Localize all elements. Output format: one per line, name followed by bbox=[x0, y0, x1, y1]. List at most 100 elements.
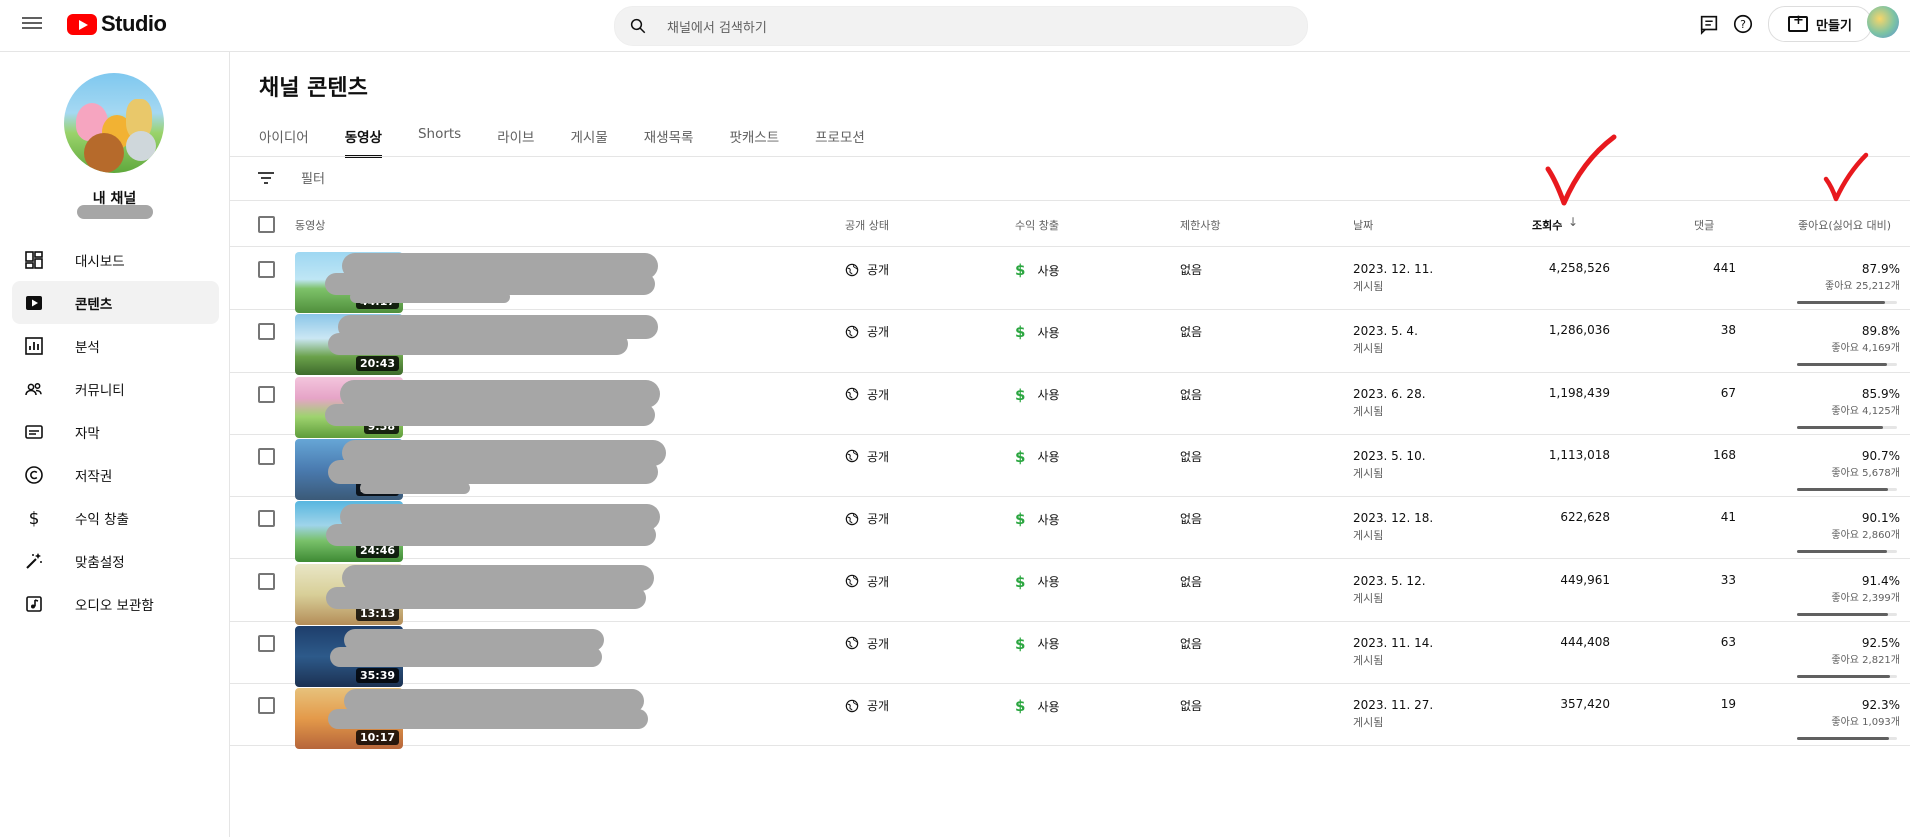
like-percentage: 92.3% bbox=[1861, 698, 1900, 713]
video-duration: 20:43 bbox=[355, 356, 399, 372]
table-row[interactable]: 44:17 공개 $ 사용 없음 2023. 12. 11. 게시됨 4,258… bbox=[230, 247, 1910, 313]
filter-bar[interactable]: 필터 bbox=[257, 168, 325, 187]
filter-input[interactable]: 필터 bbox=[301, 168, 325, 187]
subtitles-icon bbox=[22, 420, 46, 444]
visibility-cell[interactable]: 공개 bbox=[845, 573, 889, 590]
tab-posts[interactable]: 게시물 bbox=[570, 126, 607, 158]
monetization-cell[interactable]: $ 사용 bbox=[1015, 573, 1060, 591]
tab-podcasts[interactable]: 팟캐스트 bbox=[729, 126, 779, 158]
search-bar[interactable]: 채널에서 검색하기 bbox=[614, 6, 1308, 46]
row-checkbox[interactable] bbox=[258, 510, 275, 528]
table-row[interactable]: 10:17 공개 $ 사용 없음 2023. 11. 27. 게시됨 357,4… bbox=[230, 683, 1910, 750]
monetization-cell[interactable]: $ 사용 bbox=[1015, 386, 1060, 404]
tab-ideas[interactable]: 아이디어 bbox=[259, 126, 309, 158]
comments-cell[interactable]: 168 bbox=[1650, 448, 1736, 462]
table-row[interactable]: 24:46 공개 $ 사용 없음 2023. 12. 18. 게시됨 622,6… bbox=[230, 496, 1910, 563]
sidebar-item-label: 맞춤설정 bbox=[75, 554, 125, 571]
feedback-icon[interactable] bbox=[1698, 13, 1720, 35]
visibility-cell[interactable]: 공개 bbox=[845, 635, 889, 652]
top-bar: Studio 채널에서 검색하기 ? 만들기 bbox=[0, 0, 1910, 52]
table-header: 동영상 공개 상태 수익 창출 제한사항 날짜 조회수 ↓ 댓글 좋아요(싫어요… bbox=[230, 201, 1910, 247]
sidebar-item-customization[interactable]: 맞춤설정 bbox=[12, 539, 219, 582]
search-placeholder[interactable]: 채널에서 검색하기 bbox=[667, 17, 767, 36]
visibility-label: 공개 bbox=[867, 325, 890, 340]
restrictions-cell: 없음 bbox=[1180, 699, 1203, 714]
monetization-cell[interactable]: $ 사용 bbox=[1015, 448, 1060, 466]
account-avatar[interactable] bbox=[1867, 6, 1899, 38]
visibility-cell[interactable]: 공개 bbox=[845, 697, 889, 714]
row-checkbox[interactable] bbox=[258, 634, 275, 652]
dollar-icon: $ bbox=[1015, 697, 1026, 716]
visibility-cell[interactable]: 공개 bbox=[845, 448, 889, 465]
table-row[interactable]: 13:13 공개 $ 사용 없음 2023. 5. 12. 게시됨 449,96… bbox=[230, 559, 1910, 625]
visibility-cell[interactable]: 공개 bbox=[845, 323, 889, 340]
publish-status: 게시됨 bbox=[1353, 466, 1384, 480]
filter-icon[interactable] bbox=[257, 171, 275, 185]
create-button[interactable]: 만들기 bbox=[1768, 6, 1872, 42]
row-checkbox[interactable] bbox=[258, 261, 275, 278]
row-checkbox[interactable] bbox=[258, 385, 275, 403]
monetization-label: 사용 bbox=[1037, 450, 1060, 465]
sidebar-item-analytics[interactable]: 분석 bbox=[12, 324, 219, 367]
tab-promotions[interactable]: 프로모션 bbox=[815, 126, 865, 158]
tab-live[interactable]: 라이브 bbox=[497, 126, 534, 158]
sidebar-item-monetization[interactable]: $ 수익 창출 bbox=[12, 496, 219, 539]
header-monetization[interactable]: 수익 창출 bbox=[1015, 217, 1059, 233]
header-date[interactable]: 날짜 bbox=[1353, 217, 1373, 233]
dashboard-icon bbox=[22, 248, 46, 272]
sidebar-item-community[interactable]: 커뮤니티 bbox=[12, 367, 219, 410]
like-ratio-fill bbox=[1797, 737, 1889, 741]
publish-date: 2023. 12. 11. bbox=[1353, 262, 1434, 276]
row-checkbox[interactable] bbox=[258, 323, 275, 341]
tab-playlists[interactable]: 재생목록 bbox=[644, 126, 694, 158]
comments-cell[interactable]: 38 bbox=[1650, 323, 1736, 337]
row-checkbox[interactable] bbox=[258, 572, 275, 590]
comments-cell[interactable]: 41 bbox=[1650, 510, 1736, 524]
create-video-icon bbox=[1788, 13, 1809, 32]
comments-cell[interactable]: 33 bbox=[1650, 573, 1736, 587]
visibility-cell[interactable]: 공개 bbox=[845, 261, 889, 278]
table-row[interactable]: 27:10 공개 $ 사용 없음 2023. 5. 10. 게시됨 1,113,… bbox=[230, 434, 1910, 500]
sort-down-arrow-icon[interactable]: ↓ bbox=[1568, 215, 1578, 229]
monetization-label: 사용 bbox=[1037, 699, 1060, 714]
tab-shorts[interactable]: Shorts bbox=[418, 126, 461, 158]
monetization-cell[interactable]: $ 사용 bbox=[1015, 323, 1060, 341]
sidebar-item-dashboard[interactable]: 대시보드 bbox=[12, 238, 219, 281]
header-likes[interactable]: 좋아요(싫어요 대비) bbox=[1798, 217, 1891, 233]
sidebar-item-content[interactable]: 콘텐츠 bbox=[12, 281, 219, 324]
header-comments[interactable]: 댓글 bbox=[1694, 217, 1714, 233]
studio-logo[interactable]: Studio bbox=[67, 11, 167, 37]
comments-cell[interactable]: 19 bbox=[1650, 697, 1736, 711]
visibility-cell[interactable]: 공개 bbox=[845, 510, 889, 527]
monetization-cell[interactable]: $ 사용 bbox=[1015, 635, 1060, 653]
restrictions-cell: 없음 bbox=[1180, 387, 1203, 402]
sidebar-item-copyright[interactable]: 저작권 bbox=[12, 453, 219, 496]
comments-cell[interactable]: 67 bbox=[1650, 386, 1736, 400]
channel-avatar[interactable] bbox=[64, 73, 164, 173]
table-row[interactable]: 35:39 공개 $ 사용 없음 2023. 11. 14. 게시됨 444,4… bbox=[230, 621, 1910, 687]
table-row[interactable]: 20:43 공개 $ 사용 없음 2023. 5. 4. 게시됨 1,286,0… bbox=[230, 309, 1910, 376]
sidebar-item-audio-library[interactable]: 오디오 보관함 bbox=[12, 582, 219, 625]
publish-date: 2023. 5. 12. bbox=[1353, 573, 1426, 588]
monetization-cell[interactable]: $ 사용 bbox=[1015, 697, 1060, 715]
publish-status: 게시됨 bbox=[1353, 280, 1384, 293]
sidebar-item-subtitles[interactable]: 자막 bbox=[12, 410, 219, 453]
header-restrictions[interactable]: 제한사항 bbox=[1180, 217, 1220, 233]
comments-cell[interactable]: 441 bbox=[1650, 261, 1736, 275]
monetization-cell[interactable]: $ 사용 bbox=[1015, 261, 1060, 279]
views-cell: 449,961 bbox=[1560, 572, 1610, 587]
header-visibility[interactable]: 공개 상태 bbox=[845, 217, 889, 233]
help-icon[interactable]: ? bbox=[1732, 13, 1754, 35]
like-count: 좋아요 1,093개 bbox=[1831, 717, 1900, 729]
table-row[interactable]: 9:58 공개 $ 사용 없음 2023. 6. 28. 게시됨 1,198,4… bbox=[230, 372, 1910, 438]
menu-icon[interactable] bbox=[22, 14, 42, 34]
select-all-checkbox[interactable] bbox=[258, 216, 275, 233]
comments-cell[interactable]: 63 bbox=[1650, 635, 1736, 649]
monetization-cell[interactable]: $ 사용 bbox=[1015, 510, 1060, 528]
row-checkbox[interactable] bbox=[258, 697, 275, 715]
publish-status: 게시됨 bbox=[1353, 591, 1384, 605]
header-views[interactable]: 조회수 bbox=[1532, 217, 1562, 233]
tab-videos[interactable]: 동영상 bbox=[344, 126, 383, 158]
visibility-cell[interactable]: 공개 bbox=[845, 386, 889, 403]
row-checkbox[interactable] bbox=[258, 447, 275, 465]
